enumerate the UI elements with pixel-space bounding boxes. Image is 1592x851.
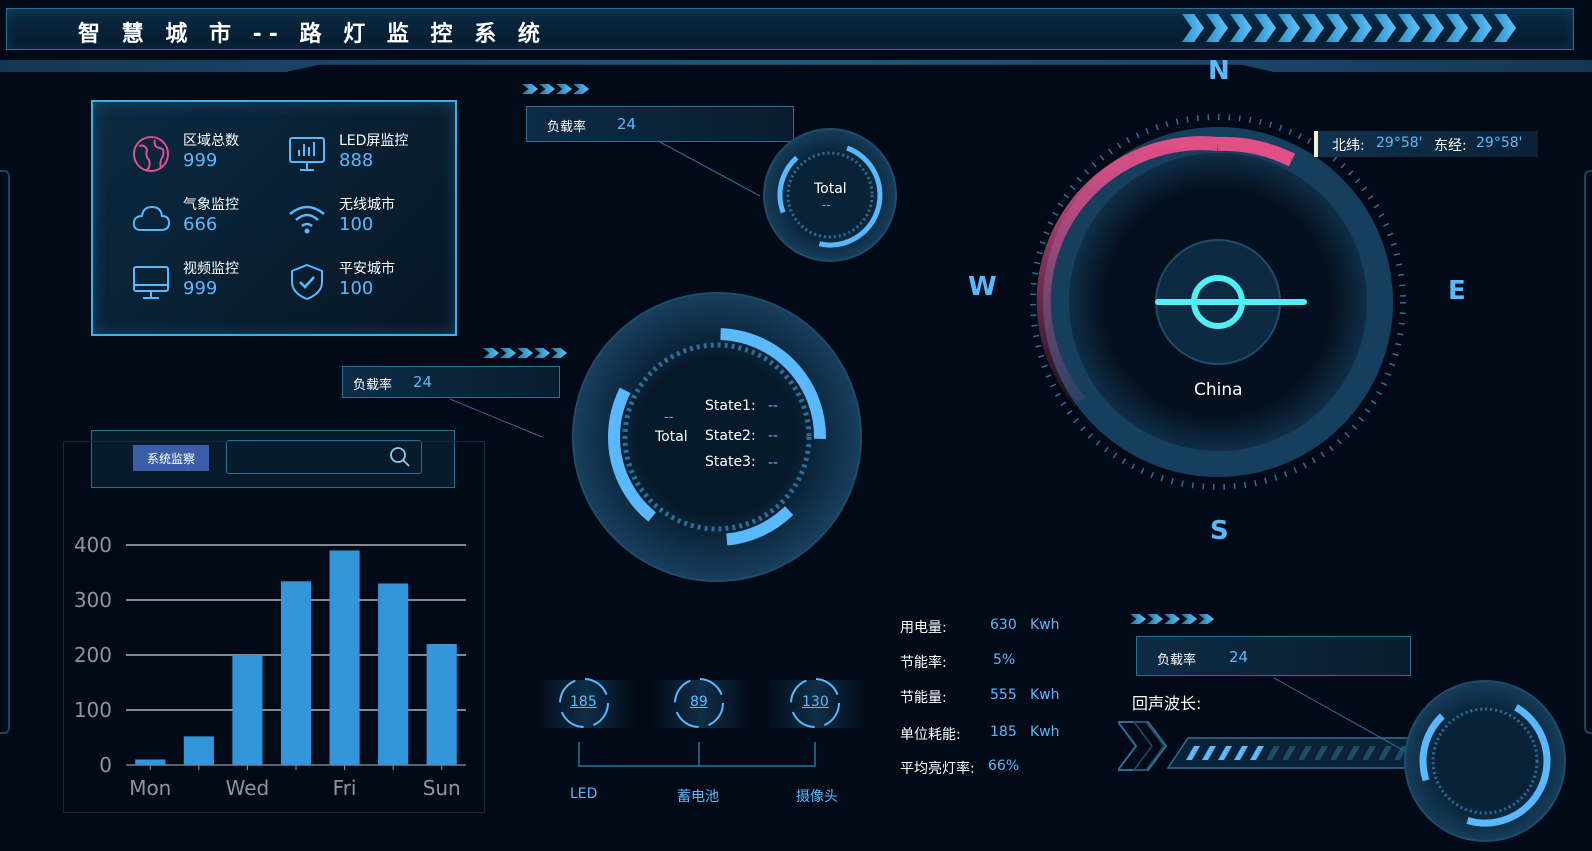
callout-label: 负载率	[353, 378, 393, 393]
stat-safe-city[interactable]: 平安城市 100	[287, 258, 457, 308]
bar-mon	[135, 759, 166, 765]
x-tick-label: Fri	[333, 776, 357, 800]
compass-east: E	[1448, 276, 1466, 306]
left-edge-frame	[0, 170, 10, 734]
callout-value: 24	[413, 373, 433, 391]
bar-fri	[329, 550, 360, 765]
device-camera-label: 摄像头	[796, 789, 838, 805]
callout-value: 24	[1229, 648, 1249, 666]
callout-label: 负载率	[547, 120, 587, 135]
stat-value: 888	[339, 150, 374, 171]
compass-north: N	[1208, 56, 1230, 86]
longitude-value: 29°58'	[1476, 135, 1523, 151]
page-title: 智 慧 城 市 -- 路 灯 监 控 系 统	[78, 22, 547, 47]
callout-arrows	[483, 348, 567, 358]
load-rate-callout-3[interactable]: 负载率 24	[1136, 636, 1411, 676]
stat-value: 100	[339, 214, 374, 235]
callout-label: 负载率	[1157, 653, 1197, 668]
wifi-icon	[289, 205, 325, 234]
bar-tue	[183, 736, 214, 765]
stat-label: LED屏监控	[339, 133, 409, 149]
latitude-label: 北纬:	[1332, 138, 1365, 154]
coordinates-bar: 北纬: 29°58' 东经: 29°58'	[1314, 131, 1538, 157]
y-tick-label: 0	[99, 753, 112, 777]
stat-label: 气象监控	[183, 197, 239, 213]
stat-label: 无线城市	[339, 197, 395, 213]
stats-panel: 区域总数 999 LED屏监控 888 气象监控 666 无线城市 100 视频…	[91, 100, 457, 336]
state3-value: --	[768, 455, 779, 471]
device-led-label: LED	[570, 786, 598, 802]
compass-center-label: China	[1194, 380, 1243, 400]
callout-arrows	[1130, 614, 1214, 624]
x-tick-label: Wed	[226, 776, 270, 800]
bar-thu	[280, 581, 312, 765]
stat-video[interactable]: 视频监控 999	[131, 258, 301, 308]
echo-wavelength-label: 回声波长:	[1132, 694, 1202, 713]
compass-south: S	[1210, 516, 1229, 546]
small-ring-value: --	[822, 198, 831, 212]
stat-value: 999	[183, 150, 218, 171]
stat-wireless-city[interactable]: 无线城市 100	[287, 194, 457, 244]
desktop-icon	[133, 266, 169, 299]
monitor-chart-icon	[289, 137, 325, 171]
stat-region-total[interactable]: 区域总数 999	[131, 130, 301, 180]
stat-value: 666	[183, 214, 218, 235]
compass-west: W	[968, 272, 997, 302]
stat-label: 区域总数	[183, 133, 239, 149]
shield-check-icon	[291, 263, 323, 301]
callout-leader-line	[660, 141, 761, 197]
state1-value: --	[768, 398, 779, 414]
y-tick-label: 300	[74, 588, 112, 612]
latitude-value: 29°58'	[1376, 135, 1423, 151]
stat-label: 视频监控	[183, 261, 239, 277]
load-rate-callout-1[interactable]: 负载率 24	[526, 106, 794, 142]
longitude-label: 东经:	[1434, 138, 1467, 154]
state2-value: --	[768, 428, 779, 444]
callout-leader-line	[450, 398, 543, 438]
state1-label: State1:	[705, 398, 756, 414]
device-battery-value: 89	[690, 694, 708, 710]
state2-label: State2:	[705, 428, 756, 444]
bar-sun	[426, 644, 457, 765]
stat-led-screen[interactable]: LED屏监控 888	[287, 130, 457, 180]
y-tick-label: 400	[74, 533, 112, 557]
device-led-value: 185	[570, 694, 597, 710]
globe-icon	[133, 136, 169, 172]
header-divider	[0, 60, 1592, 72]
device-camera-value: 130	[802, 694, 829, 710]
big-ring-total-label: Total	[655, 429, 688, 445]
state3-label: State3:	[705, 454, 756, 470]
cloud-icon	[132, 205, 171, 231]
right-edge-frame	[1584, 170, 1592, 734]
bar-wed	[232, 655, 263, 765]
device-battery-label: 蓄电池	[677, 789, 719, 805]
small-ring-title: Total	[814, 181, 847, 197]
device-dials	[536, 678, 866, 767]
weekly-bar-chart: 0 100 200 300 400 Mon Wed Fri Sun	[74, 533, 466, 800]
bar-sat	[378, 583, 409, 765]
x-tick-label: Mon	[129, 776, 171, 800]
compass-dial	[1030, 114, 1406, 490]
header-chevrons	[1182, 14, 1537, 44]
stat-weather[interactable]: 气象监控 666	[131, 194, 301, 244]
stat-value: 100	[339, 278, 374, 299]
stat-value: 999	[183, 278, 218, 299]
load-rate-callout-2[interactable]: 负载率 24	[342, 366, 560, 398]
callout-arrows	[522, 84, 589, 94]
x-tick-label: Sun	[423, 776, 461, 800]
callout-value: 24	[617, 115, 637, 133]
y-tick-label: 100	[74, 698, 112, 722]
stat-label: 平安城市	[339, 261, 395, 277]
y-tick-label: 200	[74, 643, 112, 667]
corner-ring	[1404, 680, 1566, 842]
big-ring-total-value: --	[664, 410, 674, 425]
